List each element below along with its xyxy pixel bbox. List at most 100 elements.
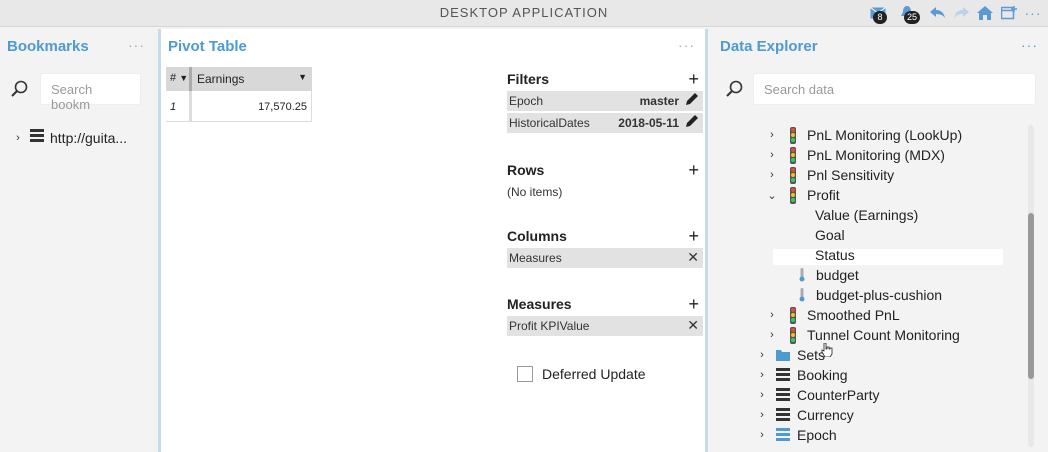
measures-label: Measures: [507, 296, 572, 312]
tree-item[interactable]: › Booking: [756, 365, 848, 385]
measures-header: Measures +: [507, 294, 703, 316]
chevron-right-icon[interactable]: ›: [766, 309, 778, 321]
bookmark-item[interactable]: › http://guita...: [12, 129, 127, 146]
pivot-menu-icon[interactable]: ···: [678, 37, 695, 53]
add-filter-button[interactable]: +: [688, 69, 699, 90]
columns-header: Columns +: [507, 226, 703, 248]
tree-item-label: PnL Monitoring (LookUp): [807, 127, 963, 143]
tree-item-label: Profit: [807, 187, 840, 203]
row-number: 1: [166, 91, 192, 121]
tree-item-label: budget-plus-cushion: [816, 287, 943, 303]
add-row-button[interactable]: +: [688, 160, 699, 181]
grid-header: # ▼ Earnings ▼: [166, 67, 312, 91]
checkbox-box[interactable]: [517, 366, 533, 382]
explorer-search-input[interactable]: Search data: [753, 73, 1036, 105]
pivot-table-panel: Pivot Table ··· # ▼ Earnings ▼ 1 17,570.…: [158, 29, 708, 452]
traffic-light-icon: [786, 126, 800, 144]
bookmarks-title: Bookmarks: [7, 38, 89, 55]
bookmarks-menu-icon[interactable]: ···: [128, 37, 145, 53]
scrollbar-thumb[interactable]: [1028, 213, 1034, 379]
tree-item[interactable]: › PnL Monitoring (LookUp): [766, 125, 962, 145]
search-icon: [726, 80, 746, 100]
filter-name: HistoricalDates: [509, 116, 590, 130]
measure-name: Profit KPIValue: [509, 319, 590, 333]
tree-item[interactable]: › PnL Monitoring (MDX): [766, 145, 945, 165]
search-icon: [11, 80, 31, 100]
chevron-down-icon: ▼: [179, 73, 189, 83]
chevron-right-icon[interactable]: ›: [766, 129, 778, 141]
app-title: DESKTOP APPLICATION: [439, 5, 609, 20]
traffic-light-icon: [786, 166, 800, 184]
tree-item-label: Tunnel Count Monitoring: [807, 327, 960, 343]
tree-item[interactable]: Goal: [815, 225, 845, 245]
chevron-right-icon[interactable]: ›: [756, 369, 768, 381]
chevron-down-icon[interactable]: ⌄: [766, 189, 778, 202]
tree-item[interactable]: › Tunnel Count Monitoring: [766, 325, 960, 345]
pencil-icon[interactable]: [685, 92, 699, 109]
pointer-cursor-icon: [821, 342, 833, 360]
column-chip-measures[interactable]: Measures ✕: [507, 248, 703, 268]
redo-icon[interactable]: [951, 3, 971, 23]
add-dashboard-icon[interactable]: [999, 3, 1019, 23]
filter-value: 2018-05-11: [618, 116, 679, 130]
bookmark-label: http://guita...: [50, 129, 128, 146]
tree-item[interactable]: Value (Earnings): [815, 205, 918, 225]
explorer-scrollbar[interactable]: [1028, 125, 1034, 447]
tree-item-label: PnL Monitoring (MDX): [807, 147, 945, 163]
add-column-button[interactable]: +: [688, 226, 699, 247]
dropdown-arrow-icon[interactable]: ▼: [298, 72, 307, 82]
chevron-right-icon[interactable]: ›: [766, 329, 778, 341]
measure-chip-profit-kpivalue[interactable]: Profit KPIValue ✕: [507, 316, 703, 336]
pencil-icon[interactable]: [685, 114, 699, 131]
deferred-update-checkbox[interactable]: Deferred Update: [517, 366, 646, 382]
tree-item-label: CounterParty: [797, 387, 880, 403]
thermometer-icon: [795, 268, 809, 282]
tree-item[interactable]: › Smoothed PnL: [766, 305, 900, 325]
tree-item[interactable]: › Epoch: [756, 425, 837, 445]
filters-section: Filters + Epoch master HistoricalDates 2…: [507, 69, 703, 135]
explorer-title: Data Explorer: [720, 38, 818, 55]
tree-item[interactable]: › Sets: [756, 345, 825, 365]
chevron-right-icon[interactable]: ›: [756, 409, 768, 421]
data-explorer-panel: Data Explorer ··· Search data › PnL Moni…: [711, 29, 1048, 452]
tree-item[interactable]: › CounterParty: [756, 385, 879, 405]
tree-item[interactable]: Status: [815, 245, 855, 265]
chevron-right-icon[interactable]: ›: [756, 429, 768, 441]
undo-icon[interactable]: [928, 3, 948, 23]
tree-item-label: Goal: [815, 227, 845, 243]
close-icon[interactable]: ✕: [687, 317, 699, 334]
tree-item-label: Booking: [797, 367, 848, 383]
earnings-header-label: Earnings: [197, 72, 245, 86]
bookmarks-search-input[interactable]: Search bookm: [40, 73, 141, 112]
traffic-light-icon: [786, 326, 800, 344]
traffic-light-icon: [786, 306, 800, 324]
filters-label: Filters: [507, 71, 550, 87]
close-icon[interactable]: ✕: [687, 249, 699, 266]
tree-item[interactable]: ⌄ Profit: [766, 185, 840, 205]
bookmarks-panel: Bookmarks ··· Search bookm › http://guit…: [0, 29, 155, 452]
tree-item-label: Status: [815, 247, 855, 263]
chevron-right-icon[interactable]: ›: [12, 132, 24, 144]
hierarchy-icon: [776, 368, 790, 382]
tree-item[interactable]: budget: [795, 265, 859, 285]
chevron-right-icon[interactable]: ›: [766, 149, 778, 161]
filter-chip-historicaldates[interactable]: HistoricalDates 2018-05-11: [507, 113, 703, 133]
add-measure-button[interactable]: +: [688, 294, 699, 315]
tree-item-label: Currency: [797, 407, 854, 423]
explorer-menu-icon[interactable]: ···: [1021, 37, 1038, 53]
measures-section: Measures + Profit KPIValue ✕: [507, 294, 703, 338]
chevron-right-icon[interactable]: ›: [756, 349, 768, 361]
rows-label: Rows: [507, 162, 545, 178]
chevron-right-icon[interactable]: ›: [766, 169, 778, 181]
earnings-cell[interactable]: 17,570.25: [192, 91, 312, 121]
tree-item[interactable]: › Pnl Sensitivity: [766, 165, 894, 185]
earnings-column-header[interactable]: Earnings ▼: [192, 67, 312, 91]
tree-item[interactable]: › Currency: [756, 405, 854, 425]
app-menu-icon[interactable]: ···: [1023, 3, 1043, 23]
chevron-right-icon[interactable]: ›: [756, 389, 768, 401]
home-icon[interactable]: [975, 3, 995, 23]
filter-chip-epoch[interactable]: Epoch master: [507, 91, 703, 111]
hierarchy-blue-icon: [776, 428, 790, 442]
tree-item[interactable]: budget-plus-cushion: [795, 285, 942, 305]
row-number-header[interactable]: # ▼: [166, 67, 192, 91]
